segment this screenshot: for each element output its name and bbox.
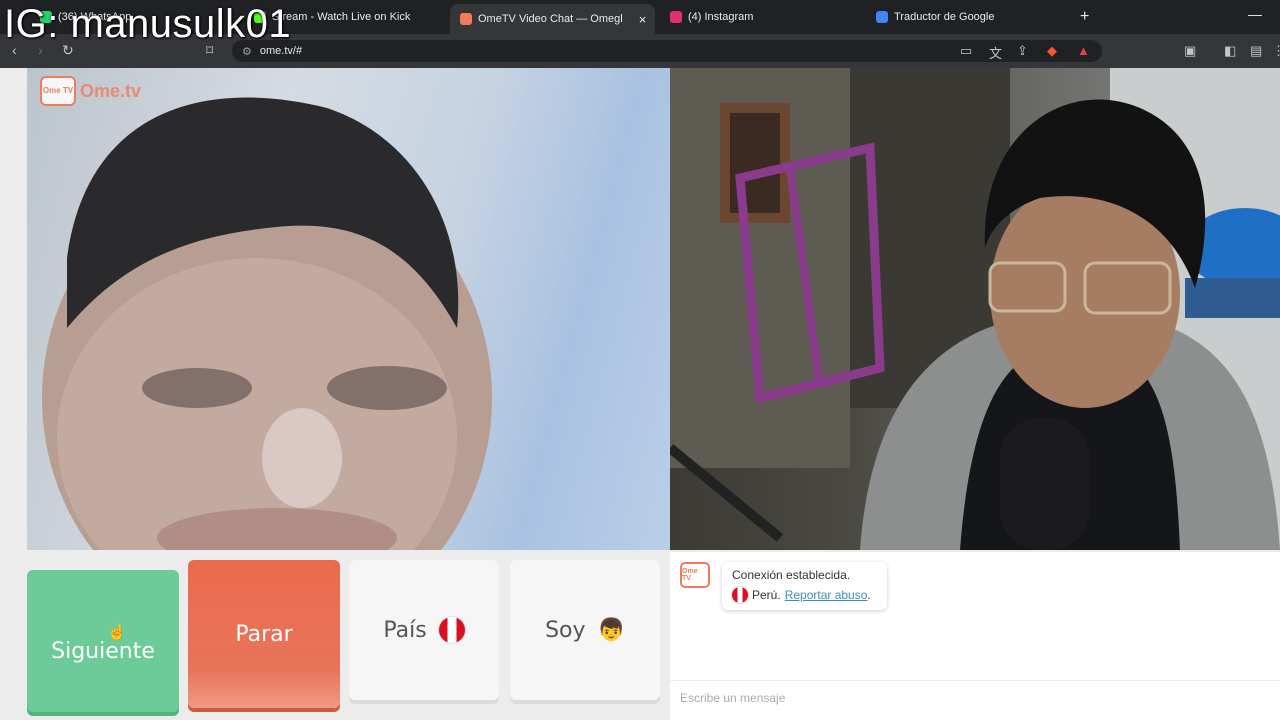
stranger-video-frame [42, 97, 492, 550]
tab-ometv[interactable]: OmeTV Video Chat — Omegl × [450, 4, 655, 34]
message-input[interactable]: Escribe un mensaje [670, 680, 1280, 720]
brave-shield-icon[interactable]: ◆ [1047, 43, 1057, 59]
country-text: Perú. [752, 588, 781, 602]
ometv-chat-logo-icon: Ome TV [680, 562, 710, 588]
ometv-watermark: Ome TV Ome.tv [40, 76, 141, 106]
instagram-icon [670, 11, 682, 23]
system-message: Conexión establecida. Perú. Reportar abu… [722, 562, 887, 610]
next-button-label: Siguiente [51, 638, 155, 664]
ometv-brand-text: Ome.tv [80, 80, 142, 101]
peru-flag-icon [732, 587, 748, 603]
tab-title: Stream - Watch Live on Kick [272, 11, 411, 23]
ometv-icon [460, 13, 472, 25]
self-video [670, 68, 1280, 550]
extensions-icon[interactable]: ▣ [1184, 43, 1196, 59]
cast-icon[interactable]: ▭ [960, 43, 972, 59]
sidebar-icon[interactable]: ◧ [1224, 43, 1236, 59]
message-input-placeholder: Escribe un mensaje [680, 691, 786, 705]
country-line: Perú. Reportar abuso. [732, 587, 877, 603]
mouse-cursor-icon: ☝ [107, 624, 127, 641]
ometv-logo-icon: Ome TV [40, 76, 76, 106]
tab-title: OmeTV Video Chat — Omegl [478, 13, 623, 25]
tab-title: Traductor de Google [894, 11, 995, 23]
next-button[interactable]: Siguiente [27, 570, 179, 712]
translate-icon [876, 11, 888, 23]
minimize-button[interactable]: — [1248, 6, 1262, 22]
tab-title: (4) Instagram [688, 11, 754, 23]
gender-button[interactable]: Soy 👦 [510, 560, 660, 700]
peru-flag-icon [438, 617, 465, 643]
site-settings-icon[interactable]: ⚙ [242, 45, 252, 58]
tab-google-translate[interactable]: Traductor de Google [866, 4, 1066, 30]
report-suffix: . [867, 588, 871, 602]
wallet-icon[interactable]: ▤ [1250, 43, 1262, 59]
instagram-watermark: IG: manusulk01 [4, 2, 292, 46]
report-abuse-link[interactable]: Reportar abuso [785, 588, 868, 602]
self-video-frame [670, 68, 1280, 550]
country-button[interactable]: País [349, 560, 499, 700]
close-icon[interactable]: × [639, 12, 647, 27]
country-button-label: País [383, 617, 427, 643]
new-tab-button[interactable]: + [1080, 8, 1089, 26]
tab-instagram[interactable]: (4) Instagram [660, 4, 860, 30]
stranger-video [27, 68, 670, 550]
connection-status-text: Conexión establecida. [732, 568, 851, 582]
boy-icon: 👦 [597, 617, 625, 643]
share-icon[interactable]: ⇪ [1017, 43, 1028, 59]
url-text: ome.tv/# [259, 45, 303, 57]
stop-button-label: Parar [235, 621, 293, 647]
brave-rewards-icon[interactable]: ▲ [1077, 43, 1090, 58]
gender-button-label: Soy [545, 617, 586, 643]
stop-button[interactable]: Parar [188, 560, 340, 708]
translate-page-icon[interactable]: 文 [989, 43, 1002, 62]
menu-icon[interactable]: ⋮ [1272, 43, 1280, 59]
